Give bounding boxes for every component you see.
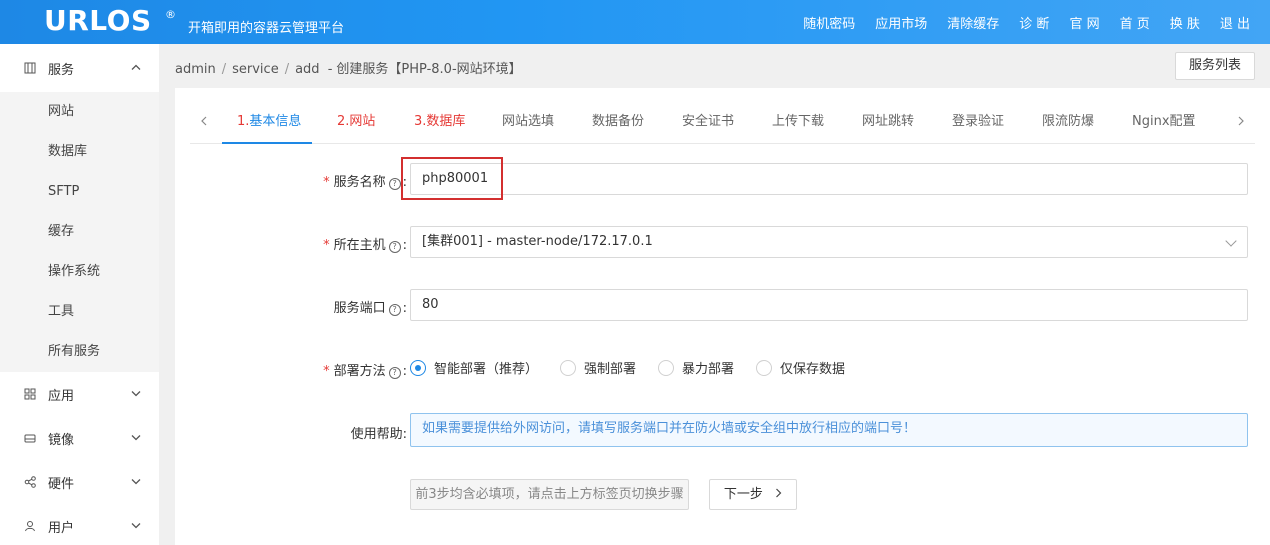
sidebar-item-os[interactable]: 操作系统: [0, 252, 159, 292]
radio-icon: [658, 359, 675, 376]
deploy-radio-group: 智能部署（推荐） 强制部署 暴力部署 仅保存数据: [410, 358, 867, 377]
required-mark: *: [323, 364, 330, 379]
user-icon: [24, 520, 36, 532]
nav-app-market[interactable]: 应用市场: [875, 13, 927, 32]
deploy-option-force[interactable]: 强制部署: [560, 358, 636, 377]
radio-icon: [756, 359, 773, 376]
sidebar-item-all-services[interactable]: 所有服务: [0, 332, 159, 372]
chevron-down-icon: [131, 433, 141, 444]
logo[interactable]: URLOS: [44, 4, 152, 37]
chevron-up-icon: [131, 63, 141, 74]
breadcrumb-service[interactable]: service: [232, 62, 279, 77]
deploy-option-save-only[interactable]: 仅保存数据: [756, 358, 845, 377]
help-question-icon[interactable]: ?: [388, 241, 401, 253]
nav-random-password[interactable]: 随机密码: [803, 13, 855, 32]
help-question-icon[interactable]: ?: [388, 367, 401, 379]
service-name-label: * 服务名称?:: [323, 175, 407, 190]
service-list-button[interactable]: 服务列表: [1175, 52, 1255, 80]
nav-official-site[interactable]: 官 网: [1069, 13, 1099, 32]
highlight-box: [401, 157, 503, 200]
share-icon: [24, 476, 36, 488]
required-mark: *: [323, 238, 330, 253]
next-step-button[interactable]: 下一步: [709, 479, 797, 510]
top-header: URLOS ® 开箱即用的容器云管理平台 随机密码 应用市场 清除缓存 诊 断 …: [0, 0, 1270, 44]
sidebar-item-database[interactable]: 数据库: [0, 132, 159, 172]
tab-upload-download[interactable]: 上传下载: [772, 100, 824, 144]
deploy-label: * 部署方法?:: [323, 364, 407, 379]
help-question-icon[interactable]: ?: [388, 178, 401, 190]
tab-data-backup[interactable]: 数据备份: [592, 100, 644, 144]
grid-icon: [24, 62, 36, 74]
tab-website[interactable]: 2.网站: [337, 100, 375, 144]
nav-skin[interactable]: 换 肤: [1170, 13, 1200, 32]
host-select[interactable]: [集群001] - master-node/172.17.0.1: [410, 226, 1248, 258]
tab-basic-info[interactable]: 1.基本信息: [237, 100, 301, 144]
deploy-option-smart[interactable]: 智能部署（推荐）: [410, 358, 538, 377]
sidebar-group-users[interactable]: 用户: [0, 504, 159, 545]
nav-home[interactable]: 首 页: [1120, 13, 1150, 32]
chevron-down-icon: [131, 521, 141, 532]
host-select-value: [集群001] - master-node/172.17.0.1: [422, 234, 653, 249]
sidebar-item-website[interactable]: 网站: [0, 92, 159, 132]
tab-url-redirect[interactable]: 网址跳转: [862, 100, 914, 144]
top-nav: 随机密码 应用市场 清除缓存 诊 断 官 网 首 页 换 肤 退 出: [783, 0, 1250, 44]
breadcrumb-dash: -: [327, 62, 333, 77]
chevron-right-icon: [775, 487, 782, 502]
tab-login-auth[interactable]: 登录验证: [952, 100, 1004, 144]
port-label: 服务端口?:: [333, 301, 407, 316]
service-name-input[interactable]: php80001: [410, 163, 1248, 195]
radio-icon: [560, 359, 577, 376]
disk-icon: [24, 432, 36, 444]
port-input[interactable]: 80: [410, 289, 1248, 321]
deploy-option-brute[interactable]: 暴力部署: [658, 358, 734, 377]
sidebar-group-label: 硬件: [48, 476, 75, 492]
nav-logout[interactable]: 退 出: [1220, 13, 1250, 32]
sidebar-group-hardware[interactable]: 硬件: [0, 460, 159, 504]
registered-mark: ®: [165, 8, 176, 21]
breadcrumb-add: add: [295, 62, 320, 77]
tab-ssl-cert[interactable]: 安全证书: [682, 100, 734, 144]
help-label: 使用帮助:: [350, 427, 407, 442]
breadcrumb-separator: /: [221, 62, 227, 77]
sidebar-item-sftp[interactable]: SFTP: [0, 172, 159, 212]
sidebar-group-images[interactable]: 镜像: [0, 416, 159, 460]
main-card: 1.基本信息 2.网站 3.数据库 网站选填 数据备份 安全证书 上传下载 网址…: [175, 88, 1270, 545]
sidebar-group-label: 服务: [48, 62, 75, 78]
host-label: * 所在主机?:: [323, 238, 407, 253]
sidebar-group-service[interactable]: 服务: [0, 44, 159, 92]
page-title: 创建服务【PHP-8.0-网站环境】: [336, 62, 522, 77]
tab-scroll-left-icon[interactable]: [200, 100, 208, 144]
step-hint-button: 前3步均含必填项，请点击上方标签页切换步骤: [410, 479, 689, 510]
help-question-icon[interactable]: ?: [388, 304, 401, 316]
tab-nginx-config[interactable]: Nginx配置: [1132, 100, 1196, 144]
sidebar-group-label: 用户: [48, 520, 75, 536]
breadcrumb-separator: /: [284, 62, 290, 77]
tab-website-optional[interactable]: 网站选填: [502, 100, 554, 144]
help-alert: 如果需要提供给外网访问，请填写服务端口并在防火墙或安全组中放行相应的端口号！: [410, 413, 1248, 447]
sidebar-group-label: 应用: [48, 388, 75, 404]
step-tabs: 1.基本信息 2.网站 3.数据库 网站选填 数据备份 安全证书 上传下载 网址…: [190, 100, 1255, 144]
sidebar-submenu: 网站 数据库 SFTP 缓存 操作系统 工具 所有服务: [0, 92, 159, 372]
tab-database[interactable]: 3.数据库: [414, 100, 465, 144]
radio-selected-icon: [410, 359, 426, 376]
breadcrumb: admin / service / add - 创建服务【PHP-8.0-网站环境】: [175, 58, 522, 77]
chevron-down-icon: [131, 477, 141, 488]
tab-scroll-right-icon[interactable]: [1237, 100, 1245, 144]
tab-rate-limit[interactable]: 限流防爆: [1042, 100, 1094, 144]
active-tab-indicator: [222, 142, 312, 144]
sidebar-group-apps[interactable]: 应用: [0, 372, 159, 416]
nav-clear-cache[interactable]: 清除缓存: [947, 13, 999, 32]
sidebar: 服务 网站 数据库 SFTP 缓存 操作系统 工具 所有服务 应用 镜像 硬件 …: [0, 44, 159, 545]
sidebar-item-cache[interactable]: 缓存: [0, 212, 159, 252]
chevron-down-icon: [1225, 235, 1237, 247]
apps-icon: [24, 388, 36, 400]
chevron-down-icon: [131, 389, 141, 400]
breadcrumb-admin[interactable]: admin: [175, 62, 216, 77]
required-mark: *: [323, 175, 330, 190]
nav-diagnose[interactable]: 诊 断: [1019, 13, 1049, 32]
sidebar-item-tools[interactable]: 工具: [0, 292, 159, 332]
sidebar-group-label: 镜像: [48, 432, 75, 448]
slogan: 开箱即用的容器云管理平台: [188, 21, 345, 36]
